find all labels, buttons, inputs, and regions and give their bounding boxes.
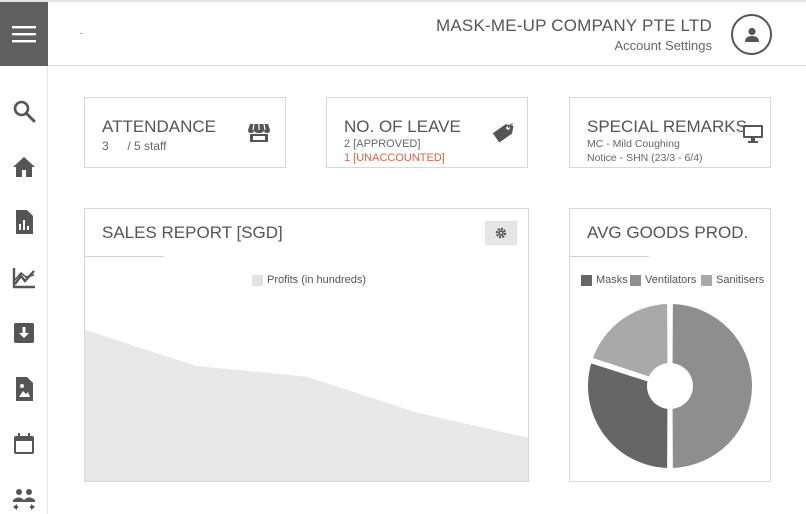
image-file-icon bbox=[16, 377, 33, 401]
top-header: MASK-ME-UP COMPANY PTE LTD Account Setti… bbox=[48, 2, 806, 66]
attendance-card: ATTENDANCE 3 / 5 staff bbox=[84, 97, 286, 168]
attendance-present: 3 bbox=[102, 139, 109, 153]
hamburger-menu-button[interactable] bbox=[0, 2, 48, 66]
tag-icon-wrap bbox=[492, 122, 514, 144]
remarks-card: SPECIAL REMARKS MC - Mild Coughing Notic… bbox=[569, 97, 771, 168]
tag-icon bbox=[492, 123, 514, 143]
sales-report-title: SALES REPORT [SGD] bbox=[102, 223, 283, 242]
legend-masks: Masks bbox=[581, 274, 628, 286]
attendance-title: ATTENDANCE bbox=[102, 117, 216, 136]
slice-ventilators bbox=[672, 304, 752, 468]
avg-goods-title-underline bbox=[570, 256, 649, 257]
home-icon bbox=[13, 157, 35, 177]
sidebar-item-downloads[interactable] bbox=[11, 320, 37, 346]
legend-swatch-masks bbox=[581, 274, 592, 286]
sales-report-panel: SALES REPORT [SGD] Profits (in hundreds) bbox=[84, 208, 529, 482]
sales-area-chart bbox=[85, 329, 528, 481]
search-icon bbox=[13, 100, 36, 123]
legend-swatch-sanitisers bbox=[701, 274, 712, 286]
report-icon bbox=[16, 210, 33, 234]
line-chart-icon bbox=[12, 268, 35, 289]
gear-icon bbox=[495, 227, 507, 239]
attendance-count: 3 / 5 staff bbox=[102, 139, 167, 153]
legend-label-masks: Masks bbox=[596, 274, 628, 286]
sidebar bbox=[0, 2, 48, 514]
leave-unaccounted: 1 [UNACCOUNTED] bbox=[344, 152, 445, 164]
sales-legend-profits: Profits (in hundreds) bbox=[252, 274, 366, 286]
avg-goods-title: AVG GOODS PROD. bbox=[587, 223, 749, 242]
sales-report-title-underline bbox=[85, 256, 164, 257]
sidebar-item-search[interactable] bbox=[11, 98, 37, 124]
sidebar-item-report[interactable] bbox=[11, 209, 37, 235]
slice-sanitisers bbox=[592, 304, 668, 377]
monitor-icon bbox=[743, 125, 763, 143]
attendance-total: / 5 staff bbox=[127, 139, 167, 153]
leave-card: NO. OF LEAVE 2 [APPROVED] 1 [UNACCOUNTED… bbox=[326, 97, 528, 168]
user-avatar-button[interactable] bbox=[731, 14, 772, 55]
store-icon bbox=[248, 123, 270, 142]
legend-label-ventilators: Ventilators bbox=[645, 274, 697, 286]
calendar-icon bbox=[14, 433, 34, 454]
leave-title: NO. OF LEAVE bbox=[344, 117, 461, 136]
store-icon-wrap bbox=[248, 122, 270, 144]
user-icon bbox=[744, 27, 759, 42]
header-divider-mark bbox=[80, 33, 82, 34]
legend-swatch-ventilators bbox=[630, 274, 641, 286]
legend-sanitisers: Sanitisers bbox=[701, 274, 764, 286]
sales-legend-swatch bbox=[252, 274, 263, 286]
remarks-line-1: MC - Mild Coughing bbox=[587, 138, 680, 150]
company-name: MASK-ME-UP COMPANY PTE LTD bbox=[436, 16, 712, 35]
avg-goods-panel: AVG GOODS PROD. Masks Ventilators Saniti… bbox=[569, 208, 771, 482]
sales-report-settings-button[interactable] bbox=[485, 221, 517, 245]
remarks-line-2: Notice - SHN (23/3 - 6/4) bbox=[587, 152, 703, 164]
menu-icon bbox=[12, 26, 36, 43]
leave-approved: 2 [APPROVED] bbox=[344, 138, 421, 150]
sidebar-item-home[interactable] bbox=[11, 154, 37, 180]
download-box-icon bbox=[14, 323, 34, 343]
sidebar-item-calendar[interactable] bbox=[11, 431, 37, 457]
people-icon bbox=[13, 489, 35, 510]
legend-ventilators: Ventilators bbox=[630, 274, 696, 286]
slice-masks bbox=[588, 363, 668, 468]
sidebar-item-images[interactable] bbox=[11, 376, 37, 402]
account-settings-link[interactable]: Account Settings bbox=[614, 38, 712, 53]
sidebar-item-staff[interactable] bbox=[11, 486, 37, 512]
avg-goods-donut-chart bbox=[588, 304, 752, 468]
sidebar-item-analytics[interactable] bbox=[11, 265, 37, 291]
remarks-title: SPECIAL REMARKS bbox=[587, 117, 747, 136]
legend-label-sanitisers: Sanitisers bbox=[716, 274, 765, 286]
profits-area bbox=[85, 329, 528, 481]
sales-legend-label: Profits (in hundreds) bbox=[267, 274, 367, 286]
monitor-icon-wrap bbox=[742, 123, 764, 145]
